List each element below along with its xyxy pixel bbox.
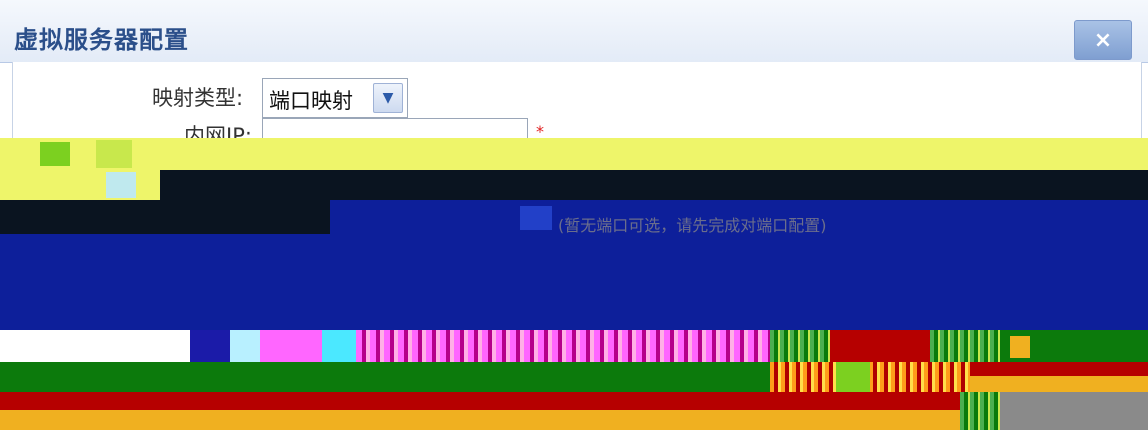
corrupt-pattern [770,362,970,392]
mapping-type-select[interactable]: 端口映射 ▼ [262,78,408,118]
corrupt-block [40,142,70,166]
corrupt-band-dark [160,170,1148,200]
corrupt-block [230,330,260,362]
no-port-notice: (暂无端口可选，请先完成对端口配置) [558,216,827,235]
virtual-server-dialog: 虚拟服务器配置 × 映射类型: 端口映射 ▼ 内网IP: * [0,0,1148,148]
dialog-title: 虚拟服务器配置 [14,26,189,54]
corrupt-block [970,362,1148,376]
corrupt-pattern [356,330,770,362]
corrupt-pattern [770,330,830,362]
mapping-type-label: 映射类型: [152,86,244,110]
corrupt-block [322,330,356,362]
corrupt-block [836,362,870,392]
mapping-type-value: 端口映射 [269,89,353,113]
corrupt-band-yellow [0,138,1148,170]
corrupt-block [970,376,1148,392]
corrupt-band-dark [0,200,330,234]
dialog-titlebar[interactable]: 虚拟服务器配置 × [0,0,1148,63]
close-button[interactable]: × [1074,20,1132,60]
corrupt-pattern [930,330,1000,362]
corrupt-band-navy [0,234,1148,330]
corrupt-block [520,206,552,230]
corrupt-band-red [0,392,980,410]
corrupt-block [1010,336,1030,358]
chevron-down-icon[interactable]: ▼ [373,83,403,113]
corrupt-block [0,170,160,200]
corrupt-block-gray [1000,392,1148,430]
close-icon: × [1093,27,1113,53]
corrupt-block [260,330,322,362]
corrupt-pattern [960,392,1000,430]
corrupt-band-orange [0,410,980,430]
corrupt-block [830,330,930,362]
corrupt-band-green [0,362,770,392]
corrupt-block [96,140,132,168]
corrupt-block [190,330,230,362]
corrupt-block [106,172,136,198]
